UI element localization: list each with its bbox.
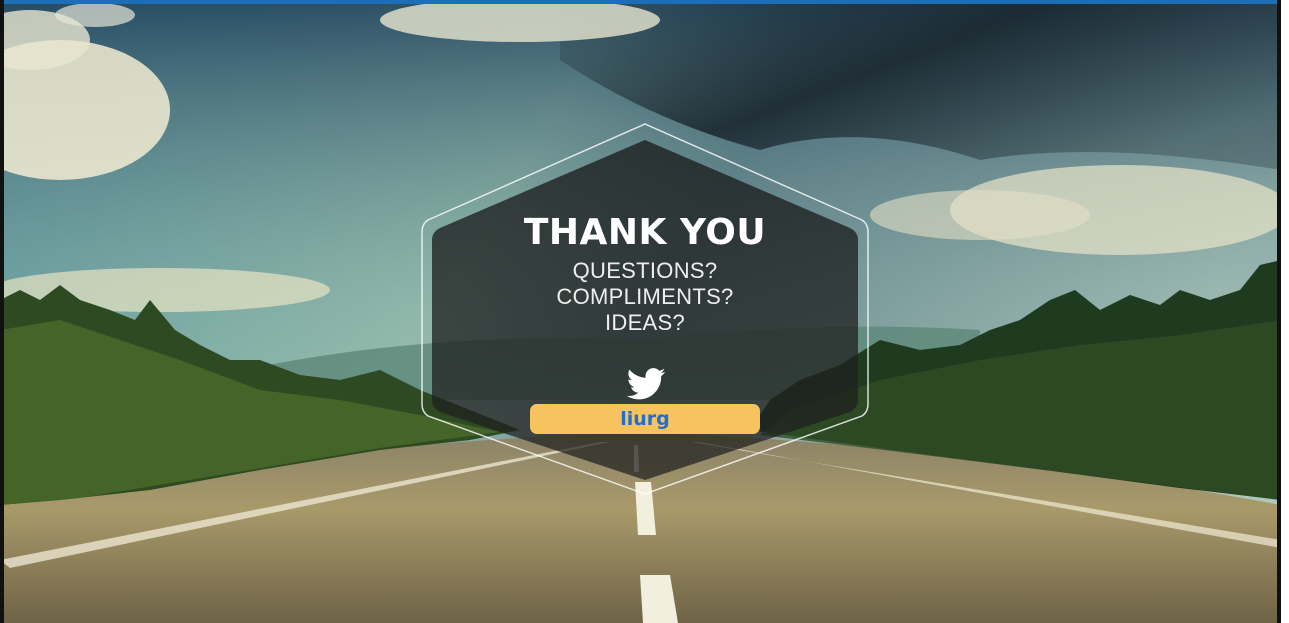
twitter-bird-icon <box>626 368 666 400</box>
message-block: THANK YOU QUESTIONS? COMPLIMENTS? IDEAS? <box>440 208 850 336</box>
ideas-line: IDEAS? <box>604 310 686 335</box>
thank-you-title: THANK YOU <box>523 212 767 253</box>
left-frame-edge <box>0 0 4 623</box>
slide: THANK YOU QUESTIONS? COMPLIMENTS? IDEAS?… <box>0 0 1281 623</box>
twitter-handle-button[interactable]: liurg <box>530 404 760 434</box>
right-frame-edge <box>1277 0 1281 623</box>
compliments-line: COMPLIMENTS? <box>556 284 734 309</box>
questions-line: QUESTIONS? <box>572 258 718 283</box>
top-accent-bar <box>0 0 1281 4</box>
